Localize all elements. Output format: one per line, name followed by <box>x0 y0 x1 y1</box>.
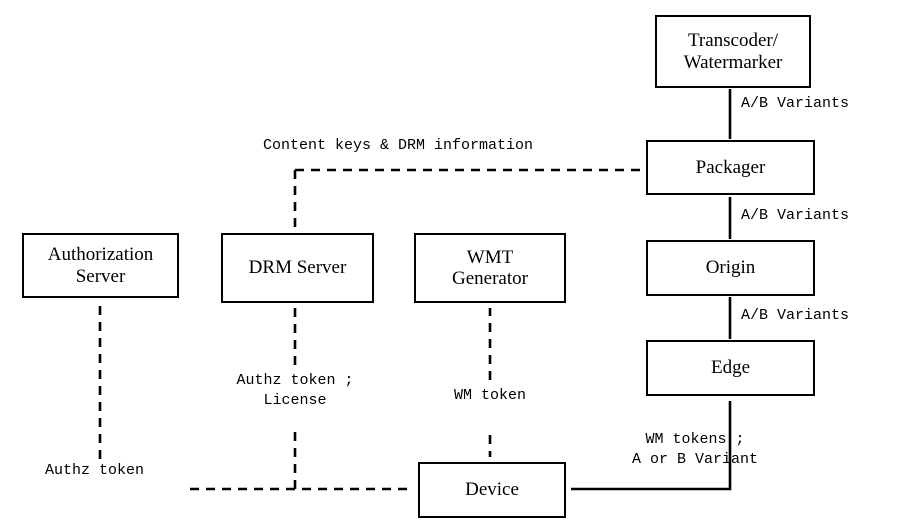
node-origin-label: Origin <box>705 257 756 279</box>
edge-label-wm-token: WM token <box>453 387 526 404</box>
node-packager[interactable]: Packager <box>646 140 815 195</box>
node-wmt-generator[interactable]: WMT Generator <box>414 233 566 303</box>
edge-label-ab-variants-origin-edge: A/B Variants <box>741 307 850 324</box>
edge-label-content-keys-drm-information: Content keys & DRM information <box>263 137 534 154</box>
node-origin[interactable]: Origin <box>646 240 815 296</box>
node-authorization-server-label: Authorization Server <box>47 244 154 287</box>
edge-label-ab-variants-packager-origin: A/B Variants <box>741 207 850 224</box>
node-edge[interactable]: Edge <box>646 340 815 396</box>
node-packager-label: Packager <box>695 156 766 178</box>
node-transcoder-watermarker-label: Transcoder/Watermarker <box>683 30 783 73</box>
node-wmt-generator-label: WMT Generator <box>452 246 528 289</box>
edge-label-authz-token-license: Authz token ; License <box>236 372 354 409</box>
node-authorization-server[interactable]: Authorization Server <box>22 233 179 298</box>
edge-label-authz-token: Authz token <box>45 462 145 479</box>
edge-label-wm-tokens-variant: WM tokens ; A or B Variant <box>631 431 759 468</box>
edge-label-ab-variants-transcoder-packager: A/B Variants <box>741 95 850 112</box>
diagram-canvas: Transcoder/Watermarker Packager Origin E… <box>0 0 900 532</box>
node-edge-label: Edge <box>710 357 751 379</box>
node-device-label: Device <box>465 479 519 501</box>
node-transcoder-watermarker[interactable]: Transcoder/Watermarker <box>655 15 811 88</box>
node-drm-server[interactable]: DRM Server <box>221 233 374 303</box>
node-device[interactable]: Device <box>418 462 566 518</box>
node-drm-server-label: DRM Server <box>248 257 347 279</box>
